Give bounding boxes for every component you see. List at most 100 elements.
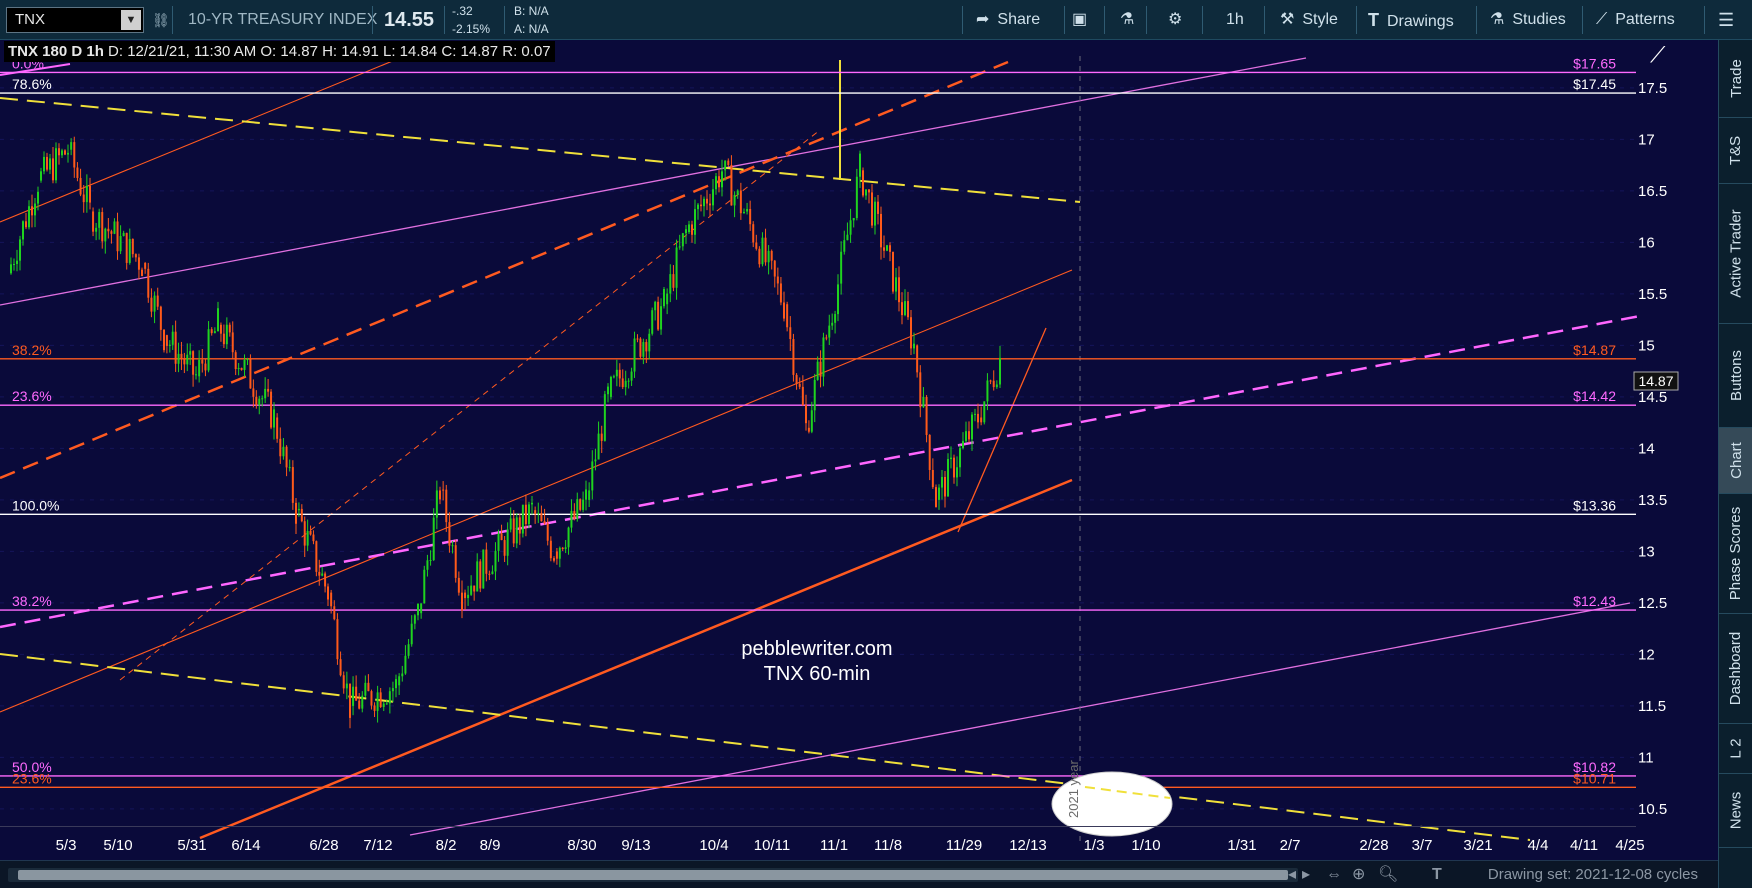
candle-body: [49, 158, 51, 170]
candle-body: [295, 502, 297, 524]
candle-body: [28, 206, 30, 228]
candle-body: [648, 333, 651, 352]
candle-body: [92, 211, 95, 232]
candle-body: [395, 679, 397, 689]
candle-body: [180, 353, 183, 360]
candle-body: [312, 534, 315, 542]
symbol-selector[interactable]: TNX ▼: [6, 7, 144, 33]
candle-body: [928, 434, 931, 470]
tab-trade[interactable]: Trade: [1719, 40, 1752, 118]
candle-body: [137, 257, 140, 270]
candle-body: [270, 391, 273, 428]
candle-body: [607, 386, 609, 395]
style-button[interactable]: ⚒ Style: [1280, 0, 1338, 40]
y-tick-label: 15.5: [1638, 286, 1667, 303]
candle-body: [376, 692, 379, 711]
candle-body: [417, 603, 419, 616]
tab-level-2[interactable]: L 2: [1719, 724, 1752, 774]
candle-body: [956, 467, 958, 478]
candle-body: [488, 573, 491, 575]
tab-time-and-sales[interactable]: T&S: [1719, 118, 1752, 184]
studies-button[interactable]: ⚗ Studies: [1490, 0, 1566, 40]
candle-body: [645, 342, 648, 352]
y-tick-label: 12.5: [1638, 595, 1667, 612]
candle-body: [107, 228, 110, 232]
candle-body: [730, 164, 733, 206]
candle-body: [177, 353, 180, 364]
candle-body: [977, 413, 979, 423]
candle-body: [567, 527, 570, 548]
drawings-button[interactable]: T Drawings: [1368, 0, 1454, 40]
candle-body: [678, 246, 681, 248]
candle-body: [913, 343, 915, 349]
candle-body: [700, 204, 702, 207]
candle-body: [959, 448, 961, 468]
candle-body: [642, 342, 645, 357]
price-chart[interactable]: 0.0% $17.6578.6% $17.4538.2% $14.8723.6% $14…: [0, 40, 1718, 860]
tab-chart[interactable]: Chart: [1719, 428, 1752, 494]
tab-news[interactable]: News: [1719, 774, 1752, 848]
tab-buttons[interactable]: Buttons: [1719, 324, 1752, 428]
candle-body: [213, 331, 216, 334]
candle-body: [288, 467, 291, 469]
candle-body: [25, 221, 27, 228]
candle-body: [831, 322, 834, 326]
tab-phase-scores[interactable]: Phase Scores: [1719, 494, 1752, 614]
menu-button[interactable]: ☰: [1718, 0, 1734, 40]
candle-body: [342, 675, 345, 689]
share-label: Share: [997, 11, 1041, 28]
text-t-icon[interactable]: T: [1432, 861, 1442, 888]
interval-button[interactable]: 1h: [1226, 0, 1244, 40]
candle-body: [279, 438, 282, 457]
drawing-set-label: Drawing set: 2021-12-08 cycles: [1487, 866, 1698, 883]
candle-body: [79, 177, 82, 195]
candle-body: [691, 224, 693, 235]
y-tick-label: 16: [1638, 234, 1655, 251]
patterns-button[interactable]: ⟋ Patterns: [1596, 0, 1675, 40]
candle-body: [509, 518, 512, 530]
candle-body: [454, 545, 457, 578]
candle-body: [291, 467, 294, 503]
candle-body: [904, 301, 906, 316]
chevron-down-icon[interactable]: ▼: [121, 10, 141, 30]
link-icon[interactable]: ⛓: [152, 0, 170, 40]
share-button[interactable]: ➦ Share: [976, 0, 1040, 40]
fib-price-label: $17.65: [1573, 55, 1616, 71]
candle-body: [555, 551, 558, 559]
scroll-right-icon[interactable]: ▸: [1302, 861, 1310, 888]
studies-lab-button[interactable]: ⚗: [1120, 0, 1134, 40]
candle-body: [733, 194, 736, 206]
candle-body: [636, 338, 639, 340]
y-tick-label: 17.5: [1638, 80, 1667, 97]
screenshot-button[interactable]: ▣: [1072, 0, 1087, 40]
price-change-pct: -2.15%: [452, 22, 491, 36]
candle-body: [822, 337, 825, 377]
candle-body: [666, 293, 669, 305]
candle-body: [150, 297, 153, 312]
tab-active-trader[interactable]: Active Trader: [1719, 184, 1752, 324]
scroll-left-icon[interactable]: ◂: [1288, 861, 1296, 888]
candle-body: [110, 231, 113, 234]
horizontal-scrollbar[interactable]: [8, 868, 1298, 882]
candle-body: [494, 550, 497, 572]
candle-body: [615, 369, 618, 377]
candle-body: [995, 384, 998, 388]
candle-body: [582, 499, 585, 510]
tab-dashboard[interactable]: Dashboard: [1719, 614, 1752, 724]
candle-body: [703, 198, 705, 207]
candle-body: [159, 306, 162, 330]
candle-body: [285, 446, 288, 468]
index-name: 10-YR TREASURY INDEX: [188, 11, 378, 28]
settings-button[interactable]: ⚙: [1168, 0, 1182, 40]
candle-body: [219, 324, 222, 334]
candle-body: [201, 359, 204, 364]
candle-body: [141, 269, 143, 277]
scrollbar-thumb[interactable]: [18, 870, 1288, 880]
candle-body: [564, 547, 567, 550]
chart-type-icon[interactable]: ⟋: [1650, 42, 1666, 67]
candle-body: [697, 204, 699, 210]
expand-range-icon[interactable]: ⇔: [1326, 861, 1342, 888]
zoom-icon[interactable]: 🔍︎: [1378, 861, 1398, 888]
crosshair-icon[interactable]: ⊕: [1352, 861, 1365, 888]
candle-body: [715, 176, 717, 190]
